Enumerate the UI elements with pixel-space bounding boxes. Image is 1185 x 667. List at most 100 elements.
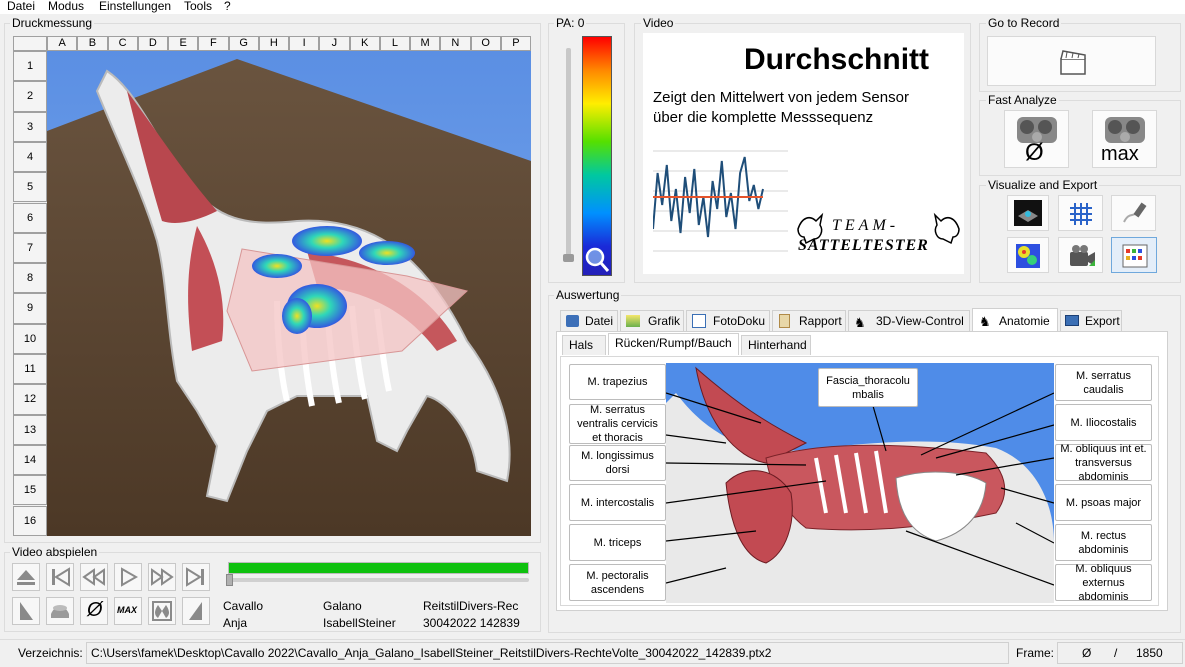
tab-datei[interactable]: Datei [560,310,618,331]
video-title: Video [641,16,676,30]
menu-datei[interactable]: Datei [7,0,35,13]
label-m-serratus-ventralis[interactable]: M. serratus ventralis cervicis et thorac… [569,404,666,444]
right-foot-button[interactable] [182,597,210,625]
label-m-serratus-caudalis[interactable]: M. serratus caudalis [1055,364,1152,401]
logo-line2: SATTELTESTER [798,237,929,254]
skip-start-icon [52,567,70,587]
rewind-button[interactable] [80,563,108,591]
menu-tools[interactable]: Tools [184,0,212,13]
column-header: L [379,36,410,51]
rewind-icon [82,568,105,586]
column-header: C [107,36,138,51]
row-header: 7 [13,232,47,264]
column-header: B [77,36,108,51]
column-header: A [47,36,78,51]
row-header: 1 [13,51,47,82]
eject-button[interactable] [12,563,40,591]
row-header: 3 [13,111,47,142]
3d-surface-icon [1014,200,1042,226]
info-fitter: IsabellSteiner [323,616,396,630]
tab-3d-view-control[interactable]: ♞ 3D-View-Control [848,310,970,331]
grid-view-button[interactable] [1058,195,1103,231]
video-desc-line1: Zeigt den Mittelwert von jedem Sensor [653,89,909,106]
3d-surface-button[interactable] [1007,195,1049,231]
draw-button[interactable] [1111,195,1156,231]
menu-bar: Datei Modus Einstellungen Tools ? [0,0,1185,14]
tab-rapport[interactable]: Rapport [772,310,846,331]
label-m-obliquus-int[interactable]: M. obliquus int et. transversus abdomini… [1055,443,1152,483]
row-header: 13 [13,414,47,445]
column-header: H [258,36,289,51]
3d-viewport[interactable] [47,51,531,536]
tab-grafik[interactable]: Grafik [620,310,684,331]
mean-view-button[interactable]: Ø [80,597,108,625]
saddle-icon [51,605,69,618]
mean-symbol: Ø [1025,139,1044,166]
pa-label: PA: 0 [554,16,587,30]
skip-end-icon [186,567,204,587]
column-header: M [410,36,441,51]
skip-to-end-button[interactable] [182,563,210,591]
go-to-record-button[interactable] [987,36,1156,86]
fast-forward-button[interactable] [148,563,176,591]
label-m-trapezius[interactable]: M. trapezius [569,364,666,400]
fast-analyze-title: Fast Analyze [986,93,1059,107]
left-foot-button[interactable] [12,597,40,625]
fast-analyze-mean-button[interactable]: Ø [1004,110,1069,168]
video-display: Durchschnitt Zeigt den Mittelwert von je… [643,33,964,274]
column-header: F [198,36,229,51]
row-header: 2 [13,81,47,112]
eject-icon [17,570,35,585]
skip-to-start-button[interactable] [46,563,74,591]
left-wedge-icon [20,602,33,620]
report-icon [779,314,790,328]
menu-einstellungen[interactable]: Einstellungen [99,0,171,13]
column-header: I [289,36,320,51]
fast-analyze-max-button[interactable]: max [1092,110,1157,168]
max-view-button[interactable]: MAX [114,597,142,625]
playback-progress-bar [228,562,529,574]
mean-glyph: Ø [87,599,103,621]
label-fascia-thoracolumbalis[interactable]: Fascia_thoracolumbalis [818,368,918,407]
pa-slider-thumb[interactable] [563,254,574,262]
subtab-ruecken-rumpf-bauch[interactable]: Rücken/Rumpf/Bauch [608,333,739,355]
video-export-button[interactable] [1058,237,1103,273]
magnifier-icon[interactable] [583,246,611,274]
menu-help[interactable]: ? [224,0,231,13]
play-button[interactable] [114,563,142,591]
max-glyph: MAX [117,605,137,615]
tab-export[interactable]: Export [1060,310,1122,331]
info-horse: Galano [323,599,362,613]
tab-anatomie[interactable]: ♞ Anatomie [972,308,1058,332]
symmetry-view-button[interactable] [148,597,176,625]
row-header: 4 [13,141,47,173]
heatmap-button[interactable] [1007,237,1049,273]
column-header: N [440,36,471,51]
label-m-rectus-abdominis[interactable]: M. rectus abdominis [1055,524,1152,561]
row-header: 12 [13,384,47,415]
label-m-obliquus-externus[interactable]: M. obliquus externus abdominis [1055,563,1152,603]
subtab-hinterhand[interactable]: Hinterhand [741,335,811,355]
label-m-iliocostalis[interactable]: M. Iliocostalis [1055,404,1152,441]
matrix-icon [1122,244,1148,268]
tab-fotodoku[interactable]: FotoDoku [686,310,770,331]
info-rider: Anja [223,616,248,630]
label-m-longissimus-dorsi[interactable]: M. longissimus dorsi [569,445,666,481]
label-m-triceps[interactable]: M. triceps [569,524,666,561]
video-heading: Durchschnitt [744,43,930,76]
saddle-view-button[interactable] [46,597,74,625]
right-wedge-icon [189,602,202,620]
subtab-hals[interactable]: Hals [562,335,606,355]
playback-slider-track[interactable] [228,578,529,582]
symmetry-icon [152,601,172,621]
label-m-pectoralis-ascendens[interactable]: M. pectoralis ascendens [569,564,666,601]
matrix-export-button[interactable] [1111,237,1157,273]
team-satteltester-logo: TEAM- SATTELTESTER [796,209,961,259]
menu-modus[interactable]: Modus [48,0,84,13]
playback-slider-thumb[interactable] [226,574,233,586]
horse-icon: ♞ [979,314,991,329]
pa-slider-track[interactable] [566,48,571,260]
info-date: 30042022 142839 [423,616,520,630]
label-m-intercostalis[interactable]: M. intercostalis [569,484,666,521]
label-m-psoas-major[interactable]: M. psoas major [1055,484,1152,521]
